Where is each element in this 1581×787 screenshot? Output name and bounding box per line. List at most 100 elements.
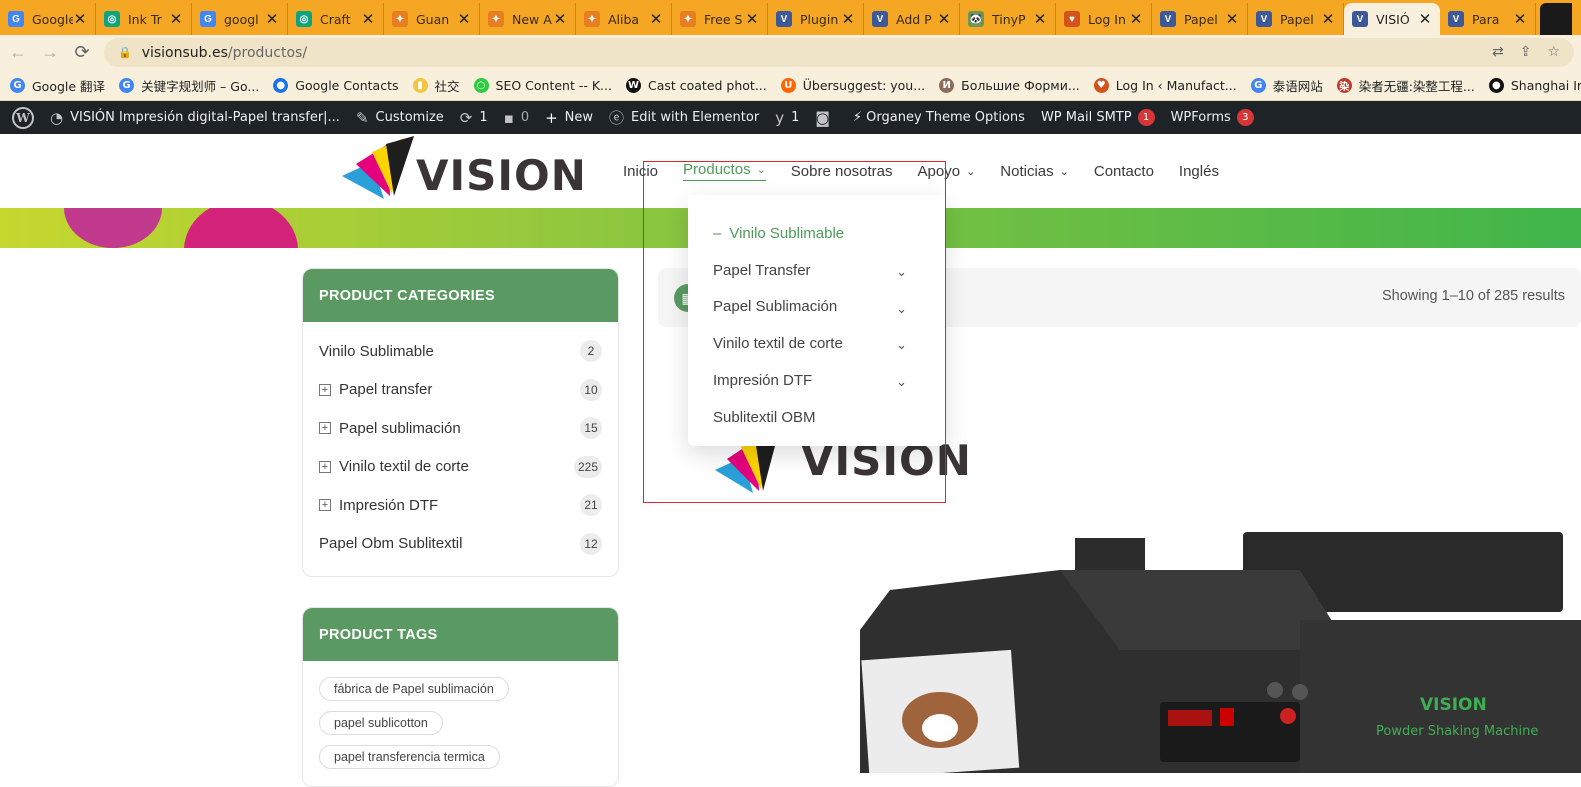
category-item[interactable]: + Vinilo textil de corte 225 [303, 448, 618, 487]
site-logo[interactable]: VISION [342, 134, 586, 208]
close-icon[interactable]: ✕ [937, 10, 951, 28]
share-icon[interactable]: ⇪ [1520, 44, 1532, 60]
updates-link[interactable]: ⟳ 1 [452, 109, 496, 127]
category-item[interactable]: Papel Obm Sublitextil 12 [303, 525, 618, 564]
category-item[interactable]: + Papel transfer 10 [303, 371, 618, 410]
bookmark-favicon-icon: ● [1488, 77, 1504, 93]
product-tags-widget: PRODUCT TAGS fábrica de Papel sublimació… [302, 607, 619, 787]
bookmark-item[interactable]: U Übersuggest: you... [780, 77, 925, 93]
expand-plus-icon[interactable]: + [319, 499, 331, 512]
translate-icon[interactable]: ⇄ [1492, 44, 1504, 60]
browser-tab[interactable]: ◎ Craft ✕ [288, 3, 384, 35]
nav-noticias[interactable]: Noticias ⌄ [1000, 161, 1069, 181]
bookmark-item[interactable]: G 泰语网站 [1250, 76, 1323, 95]
nav-noticias-label: Noticias [1000, 162, 1054, 180]
bookmark-item[interactable]: ♥ Log In ‹ Manufact... [1093, 77, 1237, 93]
nav-sobre-nosotras[interactable]: Sobre nosotras [791, 161, 893, 181]
bookmark-item[interactable]: 染染者无疆:染整工程... [1336, 76, 1475, 95]
powder-shaking-machine-image[interactable]: VISION Powder Shaking Machine [740, 530, 1581, 779]
browser-tab[interactable]: Ggoogl ✕ [192, 3, 288, 35]
browser-tab[interactable]: ✦ New A ✕ [480, 3, 576, 35]
bookmark-item[interactable]: ○ SEO Content -- K... [473, 77, 612, 93]
chevron-down-icon[interactable]: ⌄ [896, 264, 907, 280]
site-name-menu[interactable]: ◔ VISIÓN Impresión digital-Papel transfer… [42, 109, 348, 127]
bookmark-item[interactable]: W Cast coated phot... [625, 77, 767, 93]
close-icon[interactable]: ✕ [1418, 10, 1432, 28]
forward-icon[interactable]: → [34, 42, 66, 63]
dropdown-item[interactable]: – Vinilo Sublimable [688, 215, 945, 252]
close-icon[interactable]: ✕ [1225, 10, 1239, 28]
dropdown-item[interactable]: Papel Sublimación ⌄ [688, 289, 945, 326]
nav-inicio[interactable]: Inicio [623, 161, 658, 181]
browser-tab[interactable]: ✦ Guan ✕ [384, 3, 480, 35]
browser-tab[interactable]: V VISIÓ ✕ [1344, 3, 1440, 35]
robot-link[interactable]: ◙ [807, 109, 845, 127]
expand-plus-icon[interactable]: + [319, 383, 331, 396]
nav-ingles[interactable]: Inglés [1179, 161, 1219, 181]
close-icon[interactable]: ✕ [841, 10, 855, 28]
bookmark-item[interactable]: ● Shanghai Int'l Ad... [1488, 77, 1581, 93]
bookmark-item[interactable]: ▮ 社交 [412, 76, 460, 95]
chevron-down-icon[interactable]: ⌄ [896, 374, 907, 390]
wp-logo-menu[interactable]: W [4, 106, 42, 129]
tab-overflow[interactable] [1540, 3, 1572, 35]
chevron-down-icon[interactable]: ⌄ [896, 337, 907, 353]
bookmark-item[interactable]: G Google 翻译 [10, 76, 105, 95]
expand-plus-icon[interactable]: + [319, 422, 331, 435]
category-item[interactable]: Vinilo Sublimable 2 [303, 332, 618, 371]
close-icon[interactable]: ✕ [1129, 10, 1143, 28]
dropdown-item[interactable]: Sublitextil OBM [688, 399, 945, 436]
expand-plus-icon[interactable]: + [319, 460, 331, 473]
browser-tab[interactable]: V Add P ✕ [864, 3, 960, 35]
bookmark-favicon-icon: ○ [473, 77, 489, 93]
close-icon[interactable]: ✕ [265, 10, 279, 28]
organey-link[interactable]: ⚡ Organey Theme Options [845, 110, 1033, 125]
dropdown-item[interactable]: Vinilo textil de corte ⌄ [688, 325, 945, 362]
close-icon[interactable]: ✕ [1321, 10, 1335, 28]
back-icon[interactable]: ← [2, 42, 34, 63]
wpforms-link[interactable]: WPForms 3 [1163, 109, 1262, 126]
chevron-down-icon[interactable]: ⌄ [896, 301, 907, 317]
elementor-link[interactable]: ⓔ Edit with Elementor [601, 107, 767, 128]
close-icon[interactable]: ✕ [553, 10, 567, 28]
tag-pill[interactable]: papel sublicotton [319, 711, 443, 735]
yoast-link[interactable]: y1 [767, 109, 807, 127]
bookmark-item[interactable]: И Большие Форми... [939, 77, 1080, 93]
browser-tab[interactable]: V Para ✕ [1440, 3, 1536, 35]
close-icon[interactable]: ✕ [1513, 10, 1527, 28]
browser-tab[interactable]: V Papel ✕ [1248, 3, 1344, 35]
wp-mail-link[interactable]: WP Mail SMTP 1 [1033, 109, 1163, 126]
browser-tab[interactable]: ◎ Ink Tr ✕ [96, 3, 192, 35]
category-item[interactable]: + Impresión DTF 21 [303, 486, 618, 525]
browser-tab[interactable]: ♥ Log In ✕ [1056, 3, 1152, 35]
close-icon[interactable]: ✕ [169, 10, 183, 28]
browser-tab[interactable]: V Plugin ✕ [768, 3, 864, 35]
tag-pill[interactable]: fábrica de Papel sublimación [319, 677, 509, 701]
category-item[interactable]: + Papel sublimación 15 [303, 409, 618, 448]
close-icon[interactable]: ✕ [649, 10, 663, 28]
browser-tab[interactable]: V Papel ✕ [1152, 3, 1248, 35]
dropdown-item[interactable]: Impresión DTF ⌄ [688, 362, 945, 399]
new-content-link[interactable]: + New [537, 109, 601, 127]
browser-tab[interactable]: G Google ✕ [0, 3, 96, 35]
comments-link[interactable]: ▪ 0 [496, 109, 537, 127]
close-icon[interactable]: ✕ [73, 10, 87, 28]
bookmark-star-icon[interactable]: ☆ [1547, 44, 1560, 60]
browser-tab[interactable]: ✦ Aliba ✕ [576, 3, 672, 35]
address-bar[interactable]: 🔒 visionsub.es/productos/ ⇄ ⇪ ☆ [104, 38, 1574, 67]
close-icon[interactable]: ✕ [457, 10, 471, 28]
nav-contacto[interactable]: Contacto [1094, 161, 1154, 181]
nav-productos[interactable]: Productos ⌄ [683, 161, 766, 181]
reload-icon[interactable]: ⟳ [66, 42, 98, 63]
browser-tab[interactable]: 🐼 TinyP ✕ [960, 3, 1056, 35]
browser-tab[interactable]: ✦ Free S ✕ [672, 3, 768, 35]
customize-link[interactable]: ✎ Customize [348, 109, 452, 127]
dropdown-item[interactable]: Papel Transfer ⌄ [688, 252, 945, 289]
nav-apoyo[interactable]: Apoyo ⌄ [918, 161, 976, 181]
bookmark-item[interactable]: ● Google Contacts [273, 77, 399, 93]
close-icon[interactable]: ✕ [1033, 10, 1047, 28]
bookmark-item[interactable]: G 关键字规划师 – Go... [119, 76, 259, 95]
tag-pill[interactable]: papel transferencia termica [319, 745, 500, 769]
close-icon[interactable]: ✕ [745, 10, 759, 28]
close-icon[interactable]: ✕ [361, 10, 375, 28]
